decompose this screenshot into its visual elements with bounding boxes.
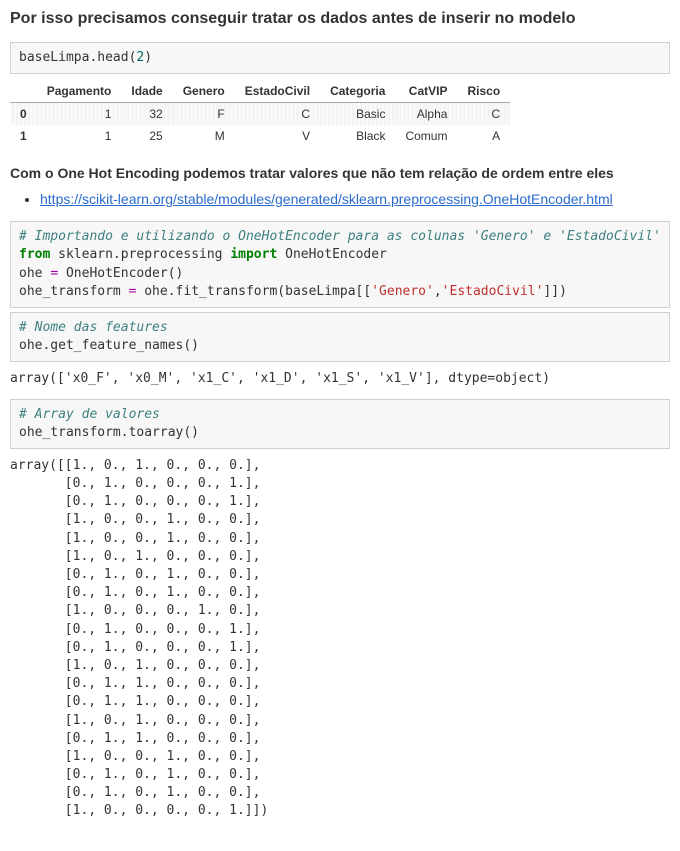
list-item: https://scikit-learn.org/stable/modules/… bbox=[40, 191, 670, 207]
cell: Black bbox=[320, 125, 395, 147]
cell: Alpha bbox=[395, 103, 457, 126]
col-header: Categoria bbox=[320, 80, 395, 103]
heading-onehot: Com o One Hot Encoding podemos tratar va… bbox=[10, 165, 670, 181]
col-header: Idade bbox=[121, 80, 172, 103]
cell: 1 bbox=[37, 103, 122, 126]
col-header: Risco bbox=[457, 80, 510, 103]
cell: M bbox=[173, 125, 235, 147]
output-feature-names: array(['x0_F', 'x0_M', 'x1_C', 'x1_D', '… bbox=[10, 366, 670, 398]
cell: F bbox=[173, 103, 235, 126]
cell: 32 bbox=[121, 103, 172, 126]
code-cell-4: # Array de valores ohe_transform.toarray… bbox=[10, 399, 670, 449]
cell: 1 bbox=[37, 125, 122, 147]
row-index: 0 bbox=[10, 103, 37, 126]
cell: 25 bbox=[121, 125, 172, 147]
row-index: 1 bbox=[10, 125, 37, 147]
cell: C bbox=[457, 103, 510, 126]
code-cell-1: baseLimpa.head(2) bbox=[10, 42, 670, 74]
col-header: CatVIP bbox=[395, 80, 457, 103]
sklearn-docs-link[interactable]: https://scikit-learn.org/stable/modules/… bbox=[40, 191, 613, 207]
cell: Basic bbox=[320, 103, 395, 126]
table-row: 0 1 32 F C Basic Alpha C bbox=[10, 103, 510, 126]
col-header: EstadoCivil bbox=[235, 80, 320, 103]
cell: C bbox=[235, 103, 320, 126]
col-header: Pagamento bbox=[37, 80, 122, 103]
code-cell-3: # Nome das features ohe.get_feature_name… bbox=[10, 312, 670, 362]
table-row: 1 1 25 M V Black Comum A bbox=[10, 125, 510, 147]
heading-main: Por isso precisamos conseguir tratar os … bbox=[10, 10, 670, 28]
code-cell-2: # Importando e utilizando o OneHotEncode… bbox=[10, 221, 670, 308]
table-header-row: Pagamento Idade Genero EstadoCivil Categ… bbox=[10, 80, 510, 103]
cell: V bbox=[235, 125, 320, 147]
cell: A bbox=[457, 125, 510, 147]
link-list: https://scikit-learn.org/stable/modules/… bbox=[10, 191, 670, 207]
dataframe-output: Pagamento Idade Genero EstadoCivil Categ… bbox=[10, 80, 510, 147]
cell: Comum bbox=[395, 125, 457, 147]
index-header bbox=[10, 80, 37, 103]
col-header: Genero bbox=[173, 80, 235, 103]
output-array: array([[1., 0., 1., 0., 0., 0.], [0., 1.… bbox=[10, 453, 670, 831]
